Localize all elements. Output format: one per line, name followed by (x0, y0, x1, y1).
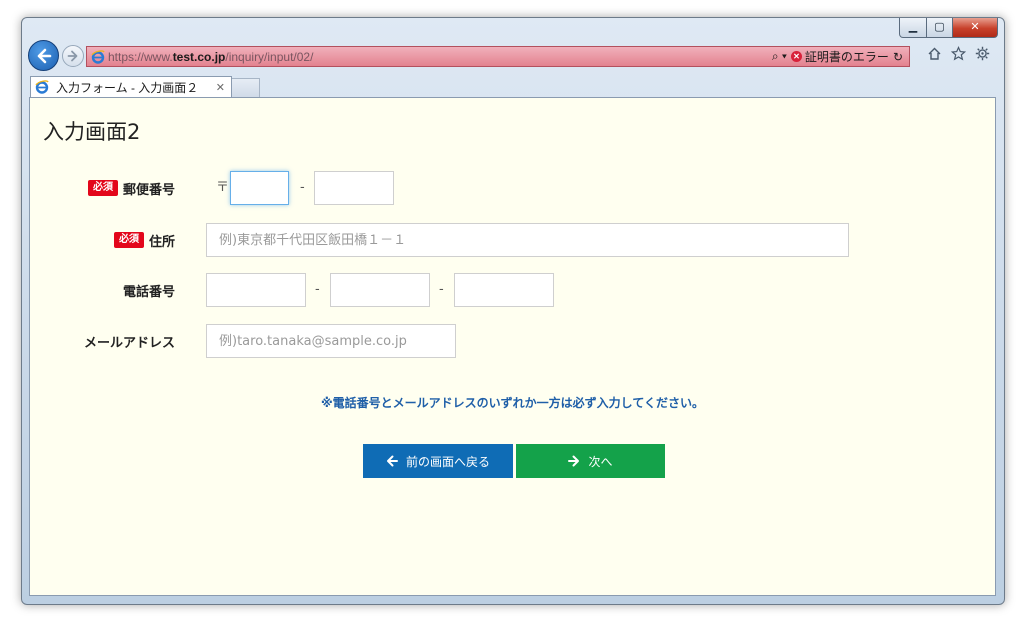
back-button-label: 前の画面へ戻る (405, 454, 490, 469)
back-to-previous-button[interactable]: 前の画面へ戻る (363, 444, 513, 478)
email-row: メールアドレス (30, 324, 995, 358)
settings-gear-icon[interactable] (975, 46, 990, 61)
email-input[interactable] (206, 324, 456, 358)
favorites-star-icon[interactable] (951, 46, 966, 61)
back-button[interactable] (28, 40, 59, 71)
url-path: /inquiry/input/02/ (225, 49, 314, 64)
ie-logo-icon (34, 80, 49, 95)
search-icon[interactable]: ⌕ ▾ (772, 49, 787, 64)
postal-mark: 〒 (216, 180, 230, 195)
arrow-right-icon (568, 455, 580, 467)
postal-label-text: 郵便番号 (122, 182, 175, 198)
home-icon[interactable] (927, 46, 942, 61)
forward-arrow-icon (67, 50, 78, 62)
address-bar[interactable]: https://www.test.co.jp/inquiry/input/02/… (86, 46, 910, 67)
phone-first-input[interactable] (206, 273, 306, 307)
address-bar-actions: ⌕ ▾ ✕ 証明書のエラー ↻ (772, 48, 909, 65)
phone-separator: - (439, 282, 444, 297)
postal-separator: - (300, 180, 305, 195)
address-input[interactable] (206, 223, 849, 257)
url-text: https://www.test.co.jp/inquiry/input/02/ (108, 50, 313, 64)
forward-button[interactable] (62, 45, 84, 67)
required-badge: 必須 (87, 180, 118, 196)
next-button[interactable]: 次へ (516, 444, 665, 478)
tab-close-icon[interactable]: ✕ (216, 81, 225, 94)
url-scheme: https://www. (108, 49, 173, 64)
address-label-text: 住所 (148, 234, 175, 250)
phone-label-text: 電話番号 (122, 284, 175, 300)
contact-notice: ※電話番号とメールアドレスのいずれか一方は必ず入力してください。 (321, 396, 704, 410)
email-label-text: メールアドレス (83, 335, 175, 351)
next-button-label: 次へ (588, 454, 613, 469)
maximize-button[interactable]: ▢ (927, 18, 953, 38)
postal-code-second-input[interactable] (314, 171, 394, 205)
ie-logo-icon (90, 49, 105, 64)
browser-window: ▁ ▢ ✕ https://www.test.co.jp/inquiry/inp… (21, 17, 1005, 605)
postal-label: 必須 郵便番号 (87, 171, 175, 205)
browser-toolbar (927, 46, 990, 61)
phone-label: 電話番号 (123, 273, 175, 307)
close-window-button[interactable]: ✕ (953, 18, 998, 38)
certificate-error[interactable]: ✕ 証明書のエラー (790, 48, 889, 65)
phone-second-input[interactable] (330, 273, 430, 307)
tab-title: 入力フォーム - 入力画面２ (56, 80, 199, 95)
certificate-error-icon: ✕ (790, 51, 802, 62)
phone-third-input[interactable] (454, 273, 554, 307)
phone-separator: - (315, 282, 320, 297)
email-label: メールアドレス (84, 324, 175, 358)
refresh-icon[interactable]: ↻ (893, 50, 903, 64)
minimize-button[interactable]: ▁ (899, 18, 927, 38)
arrow-left-icon (386, 455, 398, 467)
page-title: 入力画面2 (43, 120, 141, 144)
postal-code-first-input[interactable] (230, 171, 289, 205)
page-content: 入力画面2 必須 郵便番号 〒 - 必須 住所 電話番号 (29, 97, 996, 596)
required-badge: 必須 (113, 232, 144, 248)
new-tab-button[interactable] (232, 78, 260, 97)
tab-active[interactable]: 入力フォーム - 入力画面２ ✕ (30, 76, 232, 97)
phone-row: 電話番号 - - (30, 273, 995, 307)
url-host: test.co.jp (172, 49, 226, 64)
back-arrow-icon (37, 48, 51, 63)
certificate-error-label: 証明書のエラー (804, 50, 889, 64)
postal-row: 必須 郵便番号 〒 - (30, 171, 995, 205)
address-label: 必須 住所 (113, 223, 175, 257)
window-controls: ▁ ▢ ✕ (899, 18, 998, 38)
address-row: 必須 住所 (30, 223, 995, 257)
